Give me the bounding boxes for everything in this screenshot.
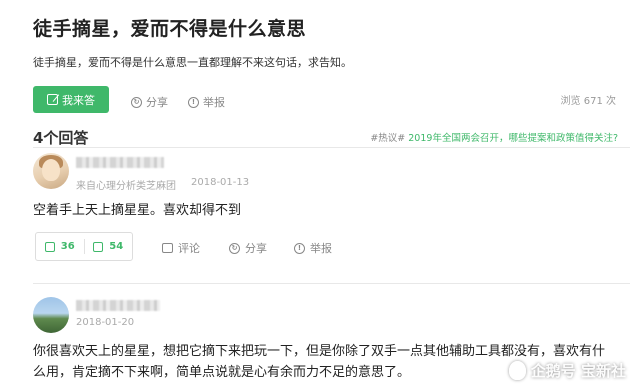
comment-label: 评论 xyxy=(178,242,200,255)
answer-source: 来自心理分析类芝麻团 xyxy=(76,181,176,192)
question-share-button[interactable]: ↻ 分享 xyxy=(131,94,168,110)
question-report-label: 举报 xyxy=(203,96,225,109)
vote-box: 36 54 xyxy=(35,232,133,261)
answer-text-line-2: 么用，肯定摘不下来啊，简单点说就是心有余而力不足的意思了。 xyxy=(33,365,411,380)
avatar[interactable] xyxy=(33,297,69,333)
comment-icon xyxy=(162,243,173,253)
blurred-username xyxy=(76,157,164,168)
comment-button[interactable]: 评论 xyxy=(162,240,200,256)
report-icon: ! xyxy=(188,96,199,108)
blurred-username xyxy=(76,300,160,311)
view-count: 浏览 671 次 xyxy=(560,96,616,107)
report-icon: ! xyxy=(294,242,305,254)
thumbs-up-icon xyxy=(44,241,55,252)
share-icon: ↻ xyxy=(131,96,142,108)
answer-text-line-1: 你很喜欢天上的星星，想把它摘下来把玩一下，但是你除了双手一点其他辅助工具都没有，… xyxy=(33,344,606,359)
answer-report-button[interactable]: ! 举报 xyxy=(294,240,332,256)
avatar-face xyxy=(42,159,60,181)
like-count: 36 xyxy=(60,241,75,252)
hot-topic-text: 2019年全国两会召开，哪些提案和政策值得关注? xyxy=(408,133,618,144)
question-description: 徒手摘星，爱而不得是什么意思一直都理解不来这句话，求告知。 xyxy=(33,56,352,69)
answer-divider xyxy=(33,283,630,284)
answer-share-button[interactable]: ↻ 分享 xyxy=(229,240,267,256)
answer-button-label: 我来答 xyxy=(62,93,95,107)
answer-count: 4个回答 xyxy=(33,129,89,147)
answer-button[interactable]: 我来答 xyxy=(33,86,109,113)
avatar[interactable] xyxy=(33,153,69,189)
answer-date: 2018-01-20 xyxy=(76,317,135,328)
thumbs-down-icon xyxy=(93,241,104,252)
answer-date: 2018-01-13 xyxy=(191,177,250,188)
question-title: 徒手摘星，爱而不得是什么意思 xyxy=(33,18,307,40)
question-share-label: 分享 xyxy=(146,96,168,109)
answer-share-label: 分享 xyxy=(245,242,267,255)
edit-icon xyxy=(47,94,58,105)
watermark: 企鹅号 宝新社 xyxy=(508,360,626,381)
watermark-text: 企鹅号 宝新社 xyxy=(530,362,626,380)
dislike-button[interactable]: 54 xyxy=(85,233,133,260)
question-report-button[interactable]: ! 举报 xyxy=(188,94,225,110)
answer-text: 空着手上天上摘星星。喜欢却得不到 xyxy=(33,203,242,218)
answer-report-label: 举报 xyxy=(310,242,332,255)
share-icon: ↻ xyxy=(229,242,240,254)
like-button[interactable]: 36 xyxy=(36,233,84,260)
dislike-count: 54 xyxy=(109,241,124,252)
header-divider xyxy=(33,147,630,148)
hot-tag: #热议# xyxy=(370,133,406,144)
penguin-icon xyxy=(508,361,526,380)
hot-topic-link[interactable]: #热议# 2019年全国两会召开，哪些提案和政策值得关注? xyxy=(370,130,618,144)
